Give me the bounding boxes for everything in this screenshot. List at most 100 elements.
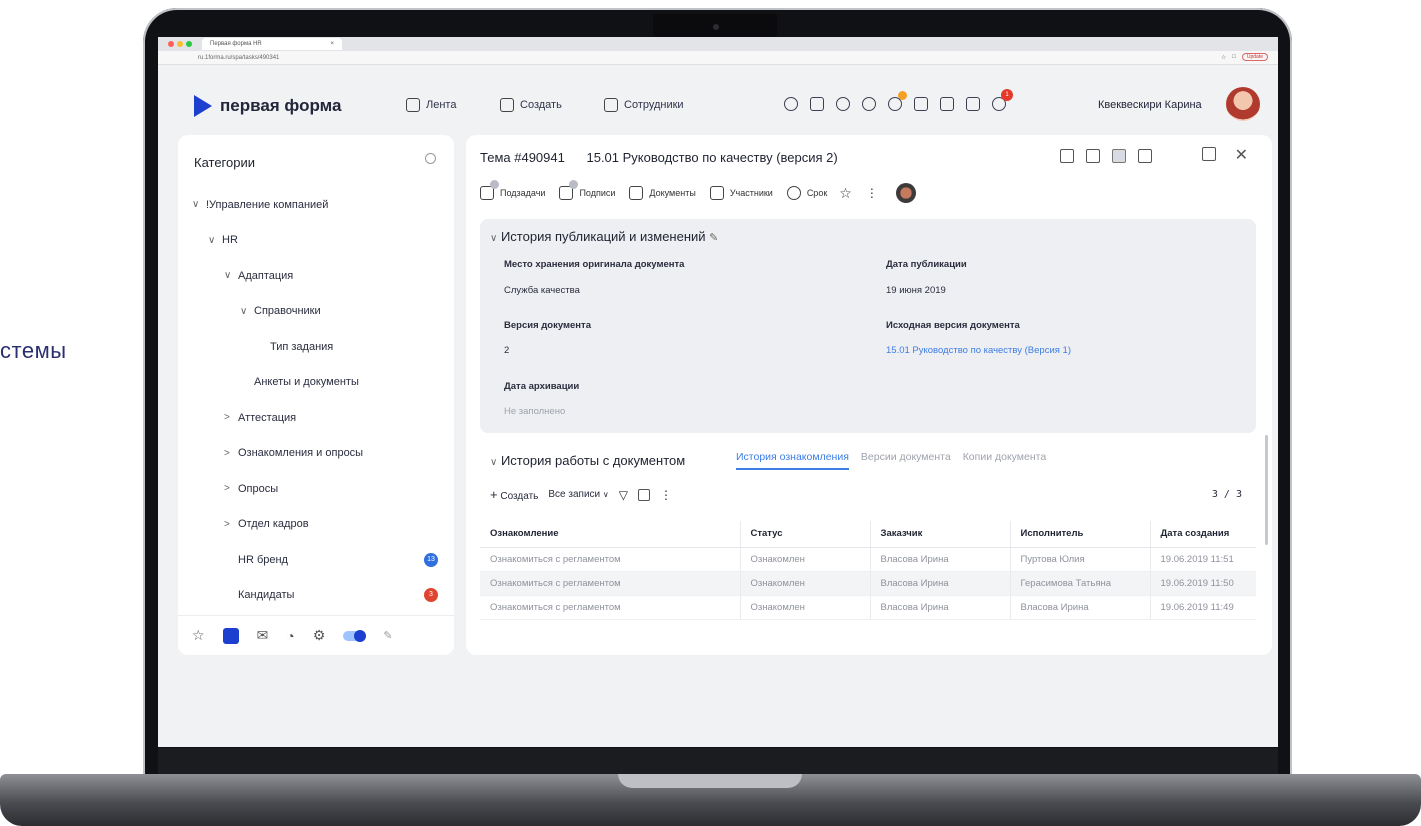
sidebar-item[interactable]: > Отдел кадров xyxy=(178,507,454,543)
update-button[interactable]: Update xyxy=(1241,53,1268,61)
participant-avatar[interactable] xyxy=(895,183,916,203)
column-header[interactable]: Ознакомление xyxy=(480,521,740,548)
chevron-down-icon[interactable]: ∨ xyxy=(208,235,222,246)
signatures-button[interactable]: Подписи xyxy=(579,188,615,198)
nav-feed[interactable]: Лента xyxy=(406,98,456,112)
clock-icon[interactable] xyxy=(786,186,801,200)
logo[interactable]: первая форма xyxy=(194,95,341,117)
subtasks-button[interactable]: Подзадачи xyxy=(500,188,545,198)
tab-close-icon[interactable]: × xyxy=(330,41,334,47)
pin-icon[interactable]: ✎ xyxy=(383,629,392,642)
table-cell: Ознакомиться с регламентом xyxy=(480,595,740,620)
sidebar-item[interactable]: Кандидаты 3 xyxy=(178,578,454,614)
chevron-down-icon[interactable]: ∨ xyxy=(224,270,238,281)
info-board-icon[interactable] xyxy=(940,97,954,111)
sidebar-item[interactable]: Анкеты и документы xyxy=(178,365,454,401)
pencil-icon[interactable]: ✎ xyxy=(709,232,718,244)
chevron-right-icon[interactable]: > xyxy=(224,412,238,423)
mail-icon[interactable] xyxy=(914,97,928,111)
sidebar-item[interactable]: > Ознакомления и опросы xyxy=(178,436,454,472)
tab-document-copies[interactable]: Копии документа xyxy=(963,451,1047,470)
search-icon[interactable] xyxy=(425,153,436,164)
history-section-title[interactable]: ∨ История работы с документом xyxy=(490,453,685,468)
logo-mark-icon xyxy=(194,95,212,117)
nav-create[interactable]: Создать xyxy=(500,98,562,112)
pub-date-value: 19 июня 2019 xyxy=(886,285,946,296)
sidebar-item[interactable]: ∨ Справочники xyxy=(178,294,454,330)
documents-button[interactable]: Документы xyxy=(649,188,695,198)
table-row[interactable]: Ознакомиться с регламентом Ознакомлен Влас… xyxy=(480,595,1256,620)
records-filter[interactable]: Все записи ∨ xyxy=(548,489,608,500)
sidebar-item[interactable]: > Опросы xyxy=(178,471,454,507)
documents-icon[interactable] xyxy=(966,97,980,111)
column-header[interactable]: Исполнитель xyxy=(1009,521,1150,548)
filter-icon[interactable]: ▽ xyxy=(619,488,628,502)
publication-section-title[interactable]: ∨ История публикаций и изменений ✎ xyxy=(490,229,718,244)
view-window-icon[interactable] xyxy=(1086,149,1100,163)
scrollbar[interactable] xyxy=(1265,435,1268,545)
history-toolbar: + Создать Все записи ∨ ▽ ⋮ 3 / 3 xyxy=(490,487,1250,502)
documents-icon[interactable] xyxy=(629,186,644,200)
subtasks-icon[interactable] xyxy=(480,180,499,200)
chevron-right-icon[interactable]: > xyxy=(224,448,238,459)
chevron-down-icon[interactable]: ∨ xyxy=(192,199,206,210)
sidebar-item-label: Анкеты и документы xyxy=(254,376,359,389)
chat-icon[interactable] xyxy=(862,97,876,111)
search-icon[interactable] xyxy=(784,97,798,111)
star-icon[interactable]: ☆ xyxy=(1221,54,1226,61)
chevron-right-icon[interactable]: > xyxy=(224,519,238,530)
close-window-icon[interactable] xyxy=(168,41,174,47)
grid-icon[interactable] xyxy=(222,627,239,644)
mail-icon[interactable]: ✉ xyxy=(257,627,269,644)
maximize-window-icon[interactable] xyxy=(186,41,192,47)
column-header[interactable]: Заказчик xyxy=(869,521,1010,548)
chart-icon[interactable]: ◔ xyxy=(286,628,294,644)
tab-familiarization-history[interactable]: История ознакомления xyxy=(736,451,849,470)
user-name[interactable]: Квеквескири Карина xyxy=(1098,99,1202,111)
alarm-icon[interactable] xyxy=(836,97,850,111)
tab-document-versions[interactable]: Версии документа xyxy=(861,451,951,470)
participants-button[interactable]: Участники xyxy=(730,188,773,198)
edit-icon[interactable] xyxy=(1202,147,1216,161)
column-header[interactable]: Дата создания xyxy=(1149,521,1256,548)
toggle-switch[interactable] xyxy=(343,629,367,642)
chevron-right-icon[interactable]: > xyxy=(224,483,238,494)
view-split-icon[interactable] xyxy=(1060,149,1074,163)
deadline-button[interactable]: Срок xyxy=(807,188,827,198)
sidebar-item[interactable]: ∨ Адаптация xyxy=(178,258,454,294)
help-icon[interactable]: 1 xyxy=(992,89,1013,111)
nav-employees[interactable]: Сотрудники xyxy=(604,98,684,112)
chevron-down-icon[interactable]: ∨ xyxy=(240,306,254,317)
sidebar-item[interactable]: Тип задания xyxy=(178,329,454,365)
table-cell: Власова Ирина xyxy=(869,547,1010,572)
extension-icon[interactable]: □ xyxy=(1232,54,1236,60)
view-doc-icon[interactable] xyxy=(1138,149,1152,163)
columns-icon[interactable] xyxy=(638,488,651,501)
gear-icon[interactable]: ⚙ xyxy=(313,627,326,644)
chevron-down-icon: ∨ xyxy=(602,490,609,499)
star-icon[interactable]: ☆ xyxy=(192,627,205,644)
view-panel-icon[interactable] xyxy=(1112,149,1126,163)
sidebar-item[interactable]: > Аттестация xyxy=(178,400,454,436)
sidebar-item[interactable]: ∨ HR xyxy=(178,223,454,259)
table-row[interactable]: Ознакомиться с регламентом Ознакомлен Влас… xyxy=(480,547,1256,572)
table-row[interactable]: Ознакомиться с регламентом Ознакомлен Влас… xyxy=(480,571,1256,596)
sidebar-item[interactable]: HR бренд 13 xyxy=(178,542,454,578)
browser-tab[interactable]: Первая форма HR × xyxy=(202,38,342,50)
calendar-icon[interactable] xyxy=(810,97,824,111)
sidebar-item[interactable]: ∨ !Управление компанией xyxy=(178,187,454,223)
tasks-icon[interactable] xyxy=(888,91,907,111)
minimize-window-icon[interactable] xyxy=(177,41,183,47)
more-icon[interactable]: ⋮ xyxy=(866,186,878,200)
source-version-link[interactable]: 15.01 Руководство по качеству (Версия 1) xyxy=(886,345,1071,356)
logo-text: первая форма xyxy=(220,96,342,115)
create-button[interactable]: + Создать xyxy=(490,487,538,502)
favorite-star-icon[interactable]: ☆ xyxy=(839,185,852,202)
column-header[interactable]: Статус xyxy=(739,521,870,548)
signatures-icon[interactable] xyxy=(559,180,579,200)
url-bar[interactable]: ru.1forma.ru/spa/tasks/490341 ☆ □ Update xyxy=(158,51,1278,65)
close-icon[interactable]: ✕ xyxy=(1235,145,1248,165)
avatar[interactable] xyxy=(1226,87,1260,121)
more-icon[interactable]: ⋮ xyxy=(660,488,672,502)
participants-icon[interactable] xyxy=(709,186,724,200)
